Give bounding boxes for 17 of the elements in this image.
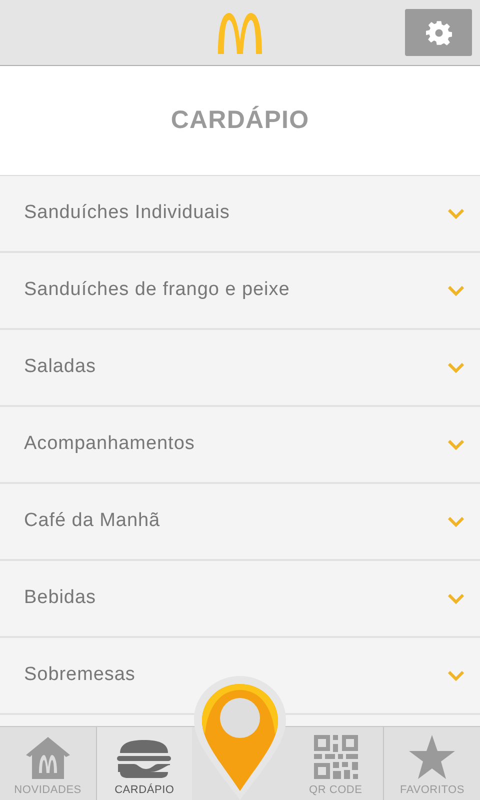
chevron-down-icon <box>448 440 464 450</box>
star-icon <box>409 735 456 779</box>
chevron-down-icon <box>448 670 464 680</box>
chevron-down-icon <box>448 516 464 526</box>
logo-icon <box>215 10 265 54</box>
chevron-down-icon <box>448 594 464 604</box>
settings-icon <box>426 20 452 46</box>
page-title: CARDÁPIO <box>170 104 310 136</box>
location-pin-button[interactable] <box>192 674 288 800</box>
chevron-down-icon <box>448 362 464 372</box>
house-icon <box>24 735 72 779</box>
qr-code-icon <box>314 735 358 779</box>
settings-button[interactable] <box>405 9 472 56</box>
nav-tab[interactable]: CARDÁPIO <box>96 727 192 800</box>
burger-icon <box>116 739 172 779</box>
chevron-down-icon <box>448 208 464 218</box>
chevron-down-icon <box>448 286 464 296</box>
